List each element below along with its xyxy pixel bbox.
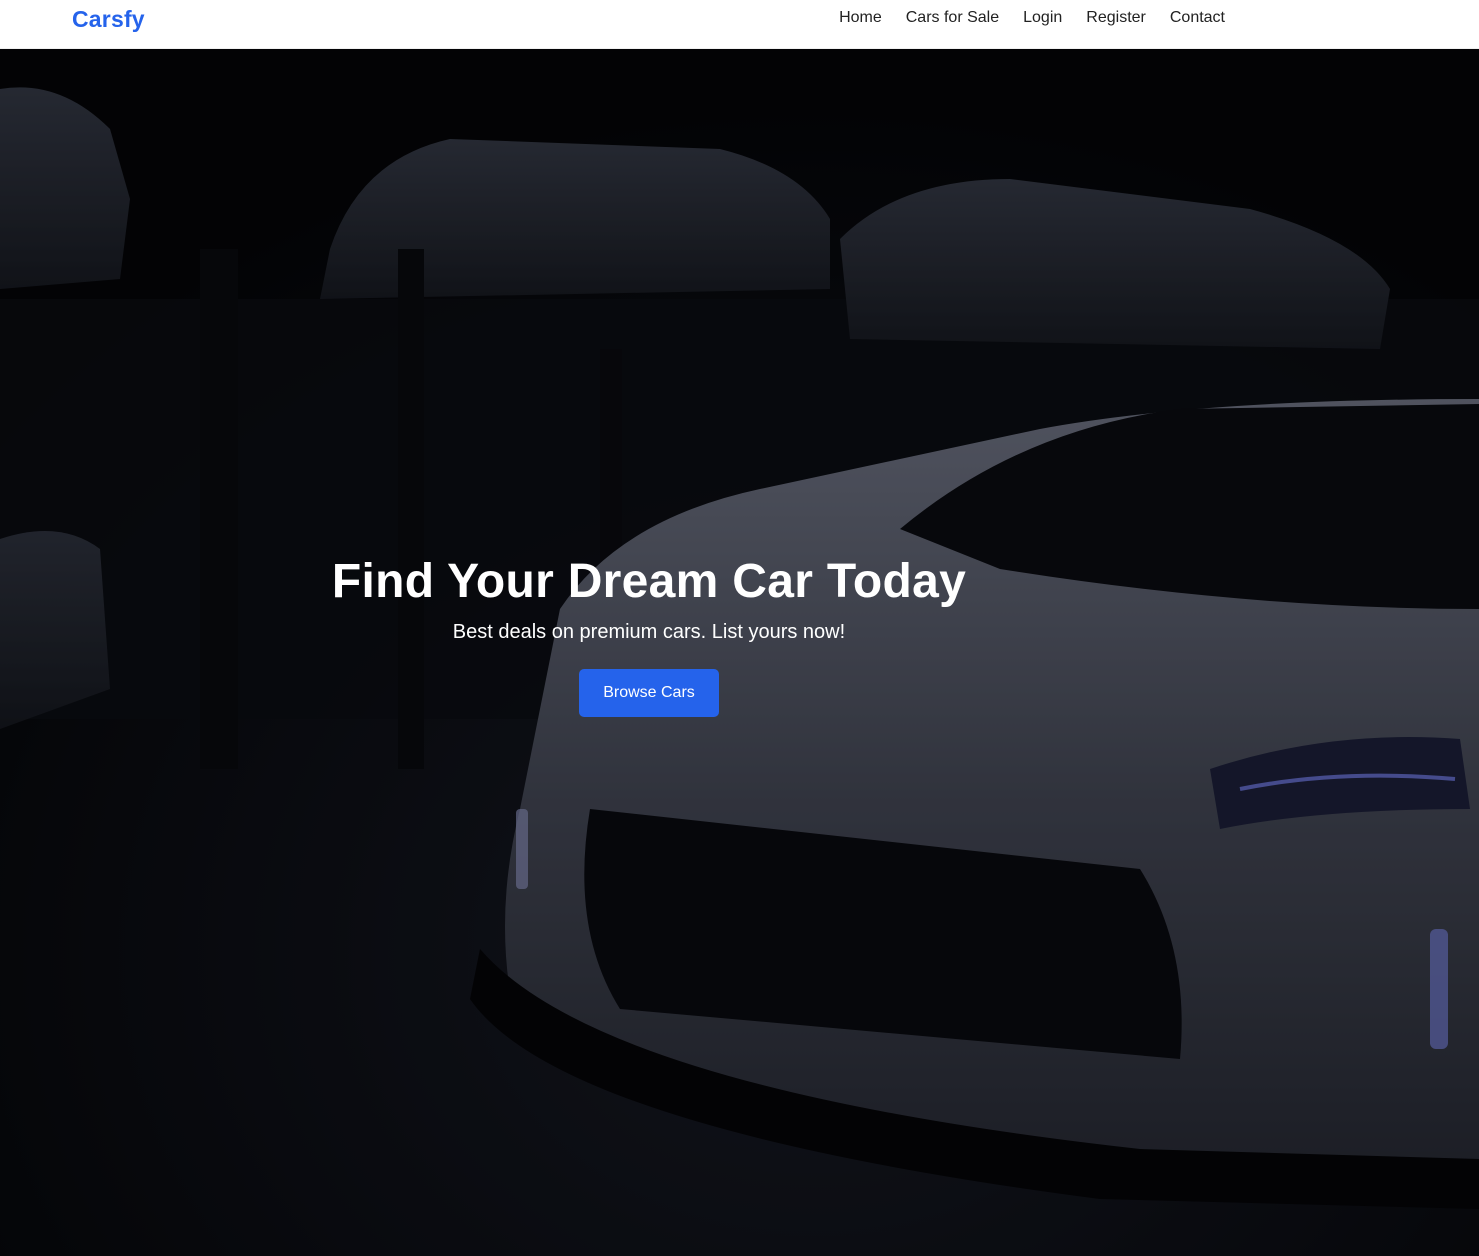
hero-section: Find Your Dream Car Today Best deals on … — [0, 49, 1479, 1256]
main-nav: Home Cars for Sale Login Register Contac… — [839, 9, 1225, 27]
nav-link-login[interactable]: Login — [1023, 9, 1062, 27]
nav-link-cars-for-sale[interactable]: Cars for Sale — [906, 9, 999, 27]
brand-logo-link[interactable]: Carsfy — [72, 6, 145, 33]
nav-link-register[interactable]: Register — [1086, 9, 1146, 27]
nav-link-home[interactable]: Home — [839, 9, 882, 27]
hero-title: Find Your Dream Car Today — [331, 555, 967, 608]
nav-link-contact[interactable]: Contact — [1170, 9, 1225, 27]
top-navbar: Carsfy Home Cars for Sale Login Register… — [0, 0, 1479, 49]
hero-subtitle: Best deals on premium cars. List yours n… — [452, 621, 846, 643]
hero-content: Find Your Dream Car Today Best deals on … — [299, 554, 999, 717]
browse-cars-button[interactable]: Browse Cars — [579, 669, 719, 717]
